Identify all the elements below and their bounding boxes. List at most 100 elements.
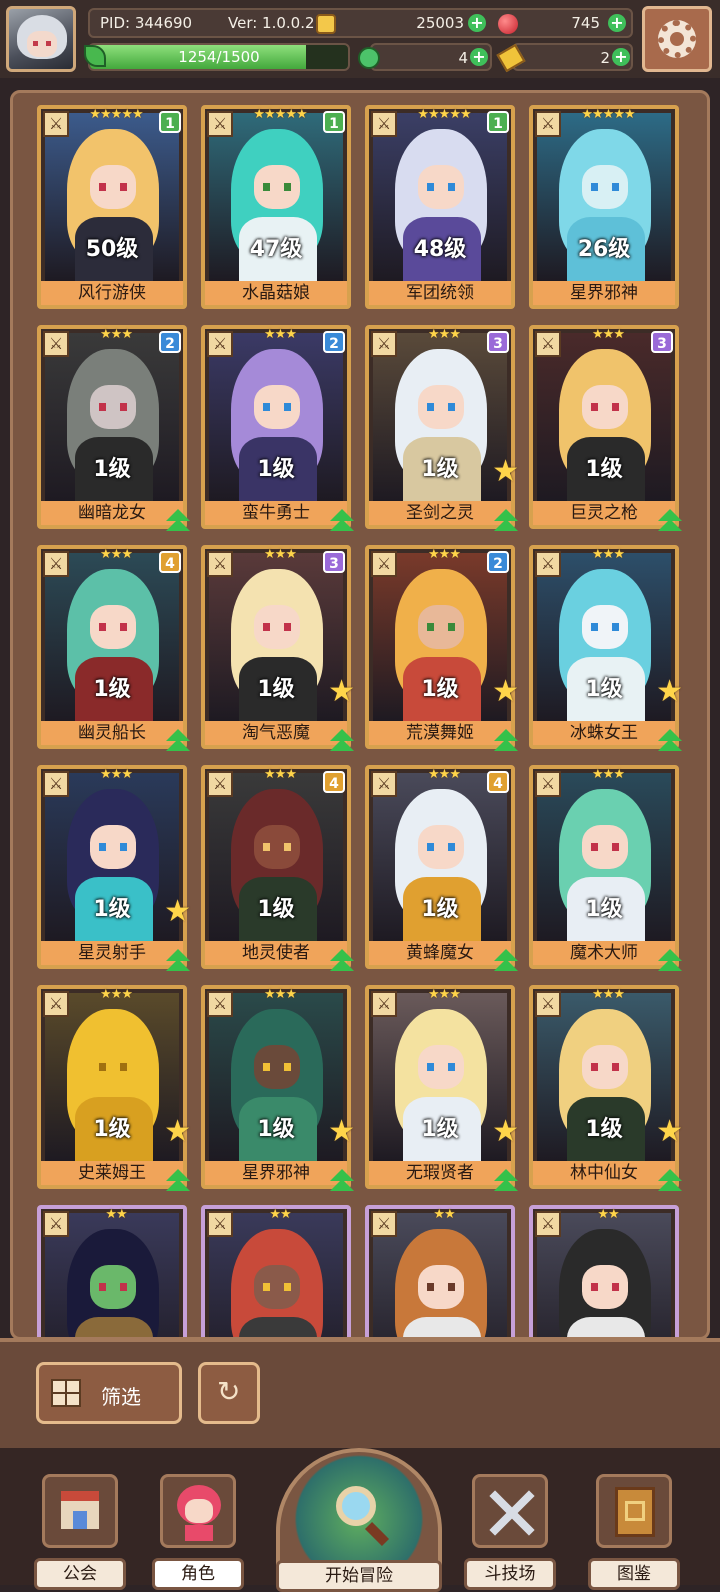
star-up-icon: ★ bbox=[492, 1114, 519, 1149]
character-card[interactable]: ⚔ ★★★★★ 1 48级 军团统领 bbox=[365, 105, 515, 309]
nav-character[interactable]: 角色 bbox=[152, 1474, 244, 1590]
character-card[interactable]: ⚔ ★★★ 3 1级 巨灵之枪 bbox=[529, 325, 682, 531]
character-card[interactable]: ⚔ ★★★ 3 1级 淘气恶魔 ★ bbox=[201, 545, 355, 751]
magnifier-icon bbox=[336, 1486, 376, 1526]
character-card[interactable]: ⚔ ★★★ 1级 魔术大师 bbox=[529, 765, 682, 971]
character-card[interactable]: ⚔ ★★★ 1级 林中仙女 ★ bbox=[529, 985, 683, 1191]
character-card[interactable]: ⚔ ★★★ 1级 星灵射手 ★ bbox=[37, 765, 191, 971]
character-card[interactable]: ⚔ ★★ bbox=[37, 1205, 187, 1337]
rank-badge: 4 bbox=[487, 771, 509, 793]
grid-icon bbox=[51, 1379, 81, 1407]
clover-icon bbox=[358, 47, 380, 69]
character-card[interactable]: ⚔ ★★★ 2 1级 荒漠舞姬 ★ bbox=[365, 545, 519, 751]
rank-badge: 3 bbox=[651, 331, 673, 353]
player-avatar[interactable] bbox=[6, 6, 76, 72]
upgrade-arrow-icon bbox=[163, 509, 193, 535]
class-icon: ⚔ bbox=[43, 551, 69, 577]
character-level: 1级 bbox=[585, 677, 623, 702]
star-up-icon: ★ bbox=[492, 674, 519, 709]
experience-text: 1254/1500 bbox=[178, 48, 260, 66]
class-icon: ⚔ bbox=[207, 331, 233, 357]
book-icon bbox=[596, 1474, 672, 1548]
class-icon: ⚔ bbox=[371, 1211, 397, 1237]
character-name: 冰蛛女王 bbox=[533, 721, 675, 745]
class-icon: ⚔ bbox=[207, 991, 233, 1017]
upgrade-arrow-icon bbox=[491, 729, 521, 755]
character-name: 幽暗龙女 bbox=[41, 501, 183, 525]
nav-codex[interactable]: 图鉴 bbox=[588, 1474, 680, 1590]
upgrade-arrow-icon bbox=[491, 949, 521, 975]
character-card[interactable]: ⚔ ★★★ 1级 星界邪神 ★ bbox=[201, 985, 355, 1191]
character-card[interactable]: ⚔ ★★★ 4 1级 地灵使者 bbox=[201, 765, 354, 971]
star-rating: ★★ bbox=[433, 1207, 455, 1222]
character-card[interactable]: ⚔ ★★★ 2 1级 蛮牛勇士 bbox=[201, 325, 354, 531]
star-rating: ★★★ bbox=[428, 327, 461, 342]
add-ticket-button[interactable]: + bbox=[612, 48, 630, 66]
guild-icon bbox=[42, 1474, 118, 1548]
character-card[interactable]: ⚔ ★★★ 4 1级 幽灵船长 bbox=[37, 545, 190, 751]
ticket-icon bbox=[496, 43, 526, 73]
character-card[interactable]: ⚔ ★★★ 3 1级 圣剑之灵 ★ bbox=[365, 325, 519, 531]
nav-guild[interactable]: 公会 bbox=[34, 1474, 126, 1590]
character-level: 1级 bbox=[257, 457, 295, 482]
class-icon: ⚔ bbox=[207, 551, 233, 577]
character-level: 50级 bbox=[85, 237, 139, 262]
star-rating: ★★★ bbox=[100, 547, 133, 562]
add-gems-button[interactable]: + bbox=[608, 14, 626, 32]
refresh-icon: ↻ bbox=[217, 1375, 241, 1408]
character-name: 林中仙女 bbox=[533, 1161, 675, 1185]
star-rating: ★★★ bbox=[592, 767, 625, 782]
clover-count: 4 bbox=[458, 49, 468, 67]
version-label: Ver: 1.0.0.2 bbox=[228, 14, 315, 32]
nav-arena-label: 斗技场 bbox=[464, 1558, 556, 1590]
nav-arena[interactable]: 斗技场 bbox=[464, 1474, 556, 1590]
character-card[interactable]: ⚔ ★★ bbox=[201, 1205, 351, 1337]
character-card[interactable]: ⚔ ★★★ 1级 史莱姆王 ★ bbox=[37, 985, 191, 1191]
character-name: 星灵射手 bbox=[41, 941, 183, 965]
character-name: 荒漠舞姬 bbox=[369, 721, 511, 745]
star-rating: ★★★ bbox=[264, 327, 297, 342]
character-level: 1级 bbox=[257, 897, 295, 922]
character-name: 淘气恶魔 bbox=[205, 721, 347, 745]
star-rating: ★★★ bbox=[592, 547, 625, 562]
rank-badge: 4 bbox=[159, 551, 181, 573]
character-level: 26级 bbox=[577, 237, 631, 262]
character-name: 魔术大师 bbox=[533, 941, 675, 965]
crossed-swords-icon bbox=[472, 1474, 548, 1548]
star-rating: ★★★ bbox=[428, 547, 461, 562]
rank-badge: 2 bbox=[487, 551, 509, 573]
rank-badge: 3 bbox=[487, 331, 509, 353]
star-rating: ★★ bbox=[597, 1207, 619, 1222]
filter-button[interactable]: 筛选 bbox=[36, 1362, 182, 1424]
character-card[interactable]: ⚔ ★★★★★ 26级 星界邪神 bbox=[529, 105, 679, 309]
character-card[interactable]: ⚔ ★★★★★ 1 50级 风行游侠 bbox=[37, 105, 187, 309]
character-list-panel[interactable]: ⚔ ★★★★★ 1 50级 风行游侠 ⚔ ★★★★★ 1 47级 水晶菇娘 ⚔ ★★★★★ 1 48级 军团… bbox=[10, 90, 710, 1340]
character-card[interactable]: ⚔ ★★★ 1级 无瑕贤者 ★ bbox=[365, 985, 519, 1191]
character-name: 无瑕贤者 bbox=[369, 1161, 511, 1185]
nav-start-adventure[interactable]: 开始冒险 bbox=[276, 1448, 442, 1592]
star-rating: ★★★ bbox=[100, 327, 133, 342]
character-card[interactable]: ⚔ ★★★★★ 1 47级 水晶菇娘 bbox=[201, 105, 351, 309]
character-card[interactable]: ⚔ ★★★ 4 1级 黄蜂魔女 bbox=[365, 765, 518, 971]
class-icon: ⚔ bbox=[43, 991, 69, 1017]
character-card[interactable]: ⚔ ★★ bbox=[365, 1205, 515, 1337]
star-rating: ★★★ bbox=[592, 327, 625, 342]
class-icon: ⚔ bbox=[535, 111, 561, 137]
character-card[interactable]: ⚔ ★★★ 2 1级 幽暗龙女 bbox=[37, 325, 190, 531]
character-level: 1级 bbox=[93, 677, 131, 702]
character-card[interactable]: ⚔ ★★★ 1级 冰蛛女王 ★ bbox=[529, 545, 683, 751]
character-level: 48级 bbox=[413, 237, 467, 262]
character-card[interactable]: ⚔ ★★ bbox=[529, 1205, 679, 1337]
character-name: 蛮牛勇士 bbox=[205, 501, 347, 525]
upgrade-arrow-icon bbox=[163, 729, 193, 755]
add-coins-button[interactable]: + bbox=[468, 14, 486, 32]
upgrade-arrow-icon bbox=[163, 1169, 193, 1195]
settings-button[interactable] bbox=[642, 6, 712, 72]
class-icon: ⚔ bbox=[371, 111, 397, 137]
rank-badge: 2 bbox=[159, 331, 181, 353]
upgrade-arrow-icon bbox=[655, 1169, 685, 1195]
star-up-icon: ★ bbox=[492, 454, 519, 489]
refresh-button[interactable]: ↻ bbox=[198, 1362, 260, 1424]
add-clover-button[interactable]: + bbox=[470, 48, 488, 66]
class-icon: ⚔ bbox=[535, 771, 561, 797]
